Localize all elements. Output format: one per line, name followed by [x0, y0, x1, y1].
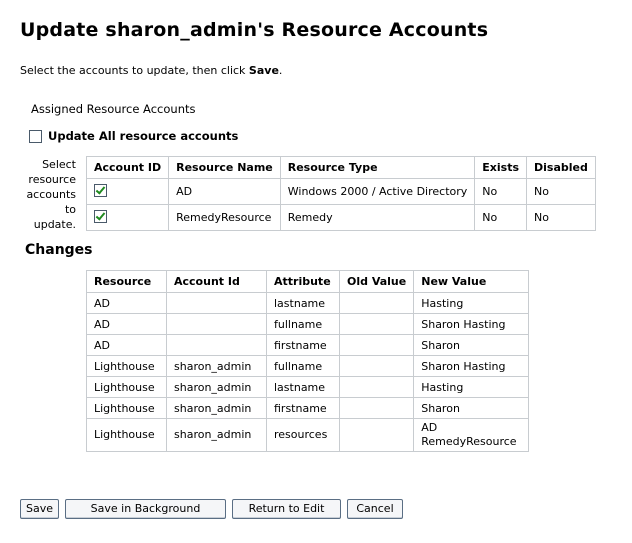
instructions-text: Select the accounts to update, then clic… — [20, 64, 282, 77]
resource-name-cell: RemedyResource — [168, 204, 281, 231]
table-header-row: Account ID Resource Name Resource Type E… — [85, 156, 596, 179]
disabled-cell: No — [526, 204, 596, 231]
cancel-button[interactable]: Cancel — [347, 499, 403, 519]
new-value-line: AD — [421, 421, 438, 434]
resource-cell: AD — [86, 313, 167, 335]
column-header-new-value: New Value — [413, 270, 529, 293]
resource-cell: Lighthouse — [86, 355, 167, 377]
exists-cell: No — [474, 178, 527, 205]
resource-cell: AD — [86, 334, 167, 356]
column-header-resource: Resource — [86, 270, 167, 293]
exists-cell: No — [474, 204, 527, 231]
instructions-prefix: Select the accounts to update, then clic… — [20, 64, 249, 77]
resource-cell: Lighthouse — [86, 397, 167, 419]
old-value-cell — [338, 418, 415, 452]
resource-cell: Lighthouse — [86, 418, 167, 452]
table-row: AD Windows 2000 / Active Directory No No — [85, 178, 596, 205]
changes-table: Resource Account Id Attribute Old Value … — [86, 270, 529, 452]
table-header-row: Resource Account Id Attribute Old Value … — [86, 270, 529, 293]
save-in-background-button[interactable]: Save in Background — [65, 499, 226, 519]
column-header-attribute: Attribute — [266, 270, 340, 293]
account-id-cell: sharon_admin — [166, 418, 267, 452]
old-value-cell — [338, 376, 415, 398]
attribute-cell: fullname — [266, 355, 340, 377]
old-value-cell — [338, 292, 415, 314]
new-value-cell: Hasting — [413, 376, 529, 398]
column-header-account-id: Account Id — [166, 270, 267, 293]
new-value-cell: Sharon Hasting — [413, 355, 529, 377]
table-row: RemedyResource Remedy No No — [85, 204, 596, 231]
instructions-emphasis: Save — [248, 64, 279, 77]
column-header-account-id: Account ID — [85, 156, 170, 179]
table-row: Lighthouse sharon_admin lastname Hasting — [86, 376, 529, 398]
new-value-cell: Sharon — [413, 334, 529, 356]
resource-type-cell: Remedy — [279, 204, 476, 231]
table-row: Lighthouse sharon_admin resources AD Reme… — [86, 418, 529, 452]
new-value-cell: AD RemedyResource — [413, 418, 529, 452]
return-to-edit-button[interactable]: Return to Edit — [232, 499, 341, 519]
account-id-cell — [166, 292, 267, 314]
table-row: AD fullname Sharon Hasting — [86, 313, 529, 335]
page-title: Update sharon_admin's Resource Accounts — [20, 19, 489, 41]
old-value-cell — [338, 397, 415, 419]
attribute-cell: firstname — [266, 334, 340, 356]
attribute-cell: lastname — [266, 376, 340, 398]
new-value-cell: Sharon — [413, 397, 529, 419]
resource-accounts-table: Account ID Resource Name Resource Type E… — [85, 156, 596, 231]
old-value-cell — [338, 313, 415, 335]
table-row: Lighthouse sharon_admin firstname Sharon — [86, 397, 529, 419]
old-value-cell — [338, 334, 415, 356]
account-id-cell: sharon_admin — [166, 376, 267, 398]
column-header-exists: Exists — [474, 156, 527, 179]
instructions-suffix: . — [278, 64, 283, 77]
attribute-cell: lastname — [266, 292, 340, 314]
account-id-cell — [166, 313, 267, 335]
table-row: AD firstname Sharon — [86, 334, 529, 356]
new-value-line: RemedyResource — [421, 435, 517, 448]
account-select-cell — [85, 178, 170, 205]
account-checkbox-ad[interactable] — [94, 183, 107, 197]
account-select-cell — [85, 204, 170, 231]
account-id-cell: sharon_admin — [166, 355, 267, 377]
table-row: AD lastname Hasting — [86, 292, 529, 314]
attribute-cell: fullname — [266, 313, 340, 335]
table-row: Lighthouse sharon_admin fullname Sharon … — [86, 355, 529, 377]
disabled-cell: No — [526, 178, 596, 205]
attribute-cell: resources — [266, 418, 340, 452]
resource-type-cell: Windows 2000 / Active Directory — [279, 178, 476, 205]
update-all-checkbox[interactable] — [29, 129, 42, 143]
update-all-label: Update All resource accounts — [48, 129, 239, 143]
account-id-cell — [166, 334, 267, 356]
resource-cell: Lighthouse — [86, 376, 167, 398]
update-all-option[interactable]: Update All resource accounts — [29, 129, 238, 143]
select-accounts-note: Select resource accounts to update. — [26, 158, 76, 231]
changes-heading: Changes — [25, 242, 93, 258]
new-value-cell: Hasting — [413, 292, 529, 314]
resource-cell: AD — [86, 292, 167, 314]
attribute-cell: firstname — [266, 397, 340, 419]
column-header-resource-name: Resource Name — [168, 156, 281, 179]
new-value-cell: Sharon Hasting — [413, 313, 529, 335]
assigned-accounts-label: Assigned Resource Accounts — [31, 102, 196, 116]
account-id-cell: sharon_admin — [166, 397, 267, 419]
resource-name-cell: AD — [168, 178, 281, 205]
column-header-resource-type: Resource Type — [279, 156, 476, 179]
column-header-old-value: Old Value — [338, 270, 415, 293]
save-button[interactable]: Save — [20, 499, 59, 519]
account-checkbox-remedy[interactable] — [94, 209, 107, 223]
old-value-cell — [338, 355, 415, 377]
column-header-disabled: Disabled — [526, 156, 596, 179]
